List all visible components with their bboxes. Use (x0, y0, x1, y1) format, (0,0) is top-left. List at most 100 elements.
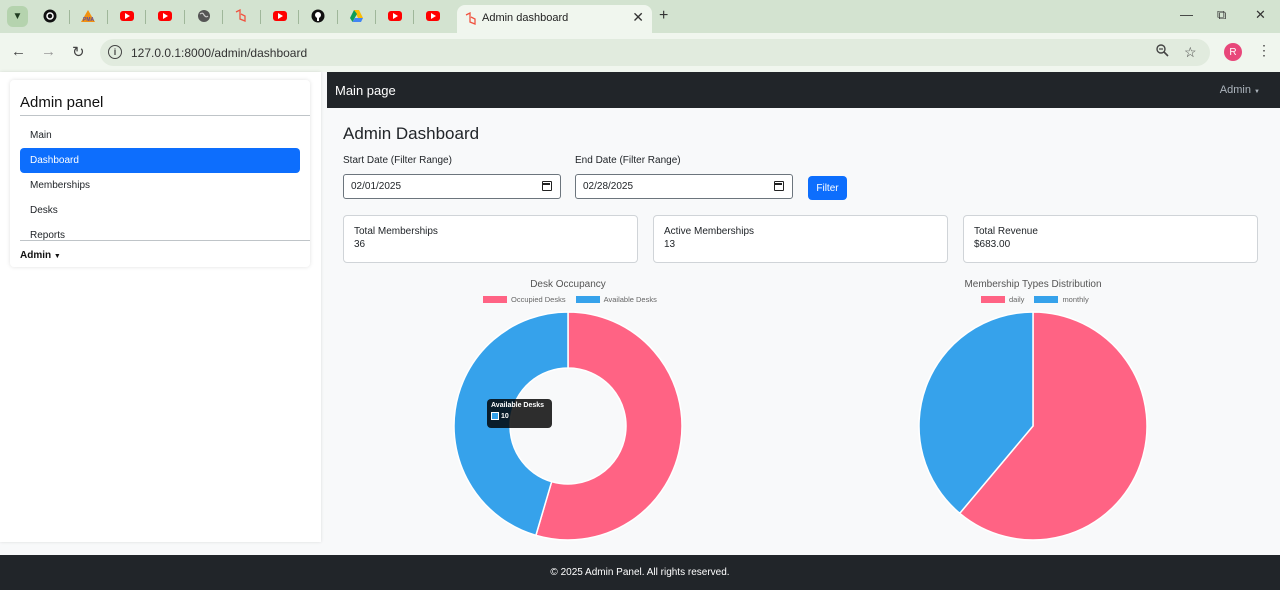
pinned-tab-github[interactable] (310, 8, 326, 24)
svg-text:PMA: PMA (83, 17, 95, 23)
navbar-admin-dropdown[interactable]: Admin ▼ (1220, 84, 1260, 96)
google-drive-icon (349, 10, 363, 22)
footer: © 2025 Admin Panel. All rights reserved. (0, 555, 1280, 590)
pinned-tab-youtube[interactable] (272, 8, 288, 24)
navbar-admin-label: Admin (1219, 84, 1251, 96)
tooltip-title: Available Desks (491, 402, 545, 409)
stat-value: 36 (354, 239, 366, 250)
tab-title: Admin dashboard (482, 12, 569, 24)
start-date-value: 02/01/2025 (351, 181, 402, 192)
pinned-tab-youtube[interactable] (119, 8, 135, 24)
threads-icon (43, 9, 57, 23)
end-date-value: 02/28/2025 (583, 181, 634, 192)
chevron-down-icon: ▼ (12, 11, 23, 22)
stat-label: Active Memberships (664, 226, 755, 237)
page-title: Admin Dashboard (343, 124, 480, 143)
site-info-icon[interactable]: i (108, 45, 122, 59)
sidebar-item-main[interactable]: Main (20, 123, 300, 148)
stat-label: Total Memberships (354, 226, 438, 237)
zoom-icon[interactable] (1156, 44, 1169, 60)
tooltip-value: 10 (501, 412, 509, 420)
active-tab[interactable]: Admin dashboard ✕ (457, 5, 652, 33)
start-date-input[interactable]: 02/01/2025 (343, 174, 561, 199)
pma-icon: PMA (81, 10, 95, 23)
stat-label: Total Revenue (974, 226, 1038, 237)
browser-menu-icon[interactable]: ⋮ (1257, 42, 1271, 59)
caret-down-icon: ▼ (53, 253, 61, 260)
restore-icon[interactable]: ⧉ (1217, 7, 1226, 23)
forward-icon[interactable]: → (41, 43, 56, 60)
chart-title-desk-occupancy: Desk Occupancy (530, 279, 606, 290)
youtube-icon (120, 11, 134, 21)
pinned-tab-pma[interactable]: PMA (80, 8, 96, 24)
sidebar: Admin panel Main Dashboard Memberships D… (0, 72, 321, 542)
stat-value: $683.00 (974, 239, 1011, 250)
footer-text: © 2025 Admin Panel. All rights reserved. (550, 567, 730, 578)
top-navbar: Main page Admin ▼ (327, 72, 1280, 108)
new-tab-button[interactable]: + (659, 7, 668, 25)
bookmark-star-icon[interactable]: ☆ (1184, 44, 1197, 61)
minimize-icon[interactable]: — (1180, 7, 1193, 22)
tab-separator (298, 10, 299, 24)
address-bar[interactable]: i 127.0.0.1:8000/admin/dashboard ☆ (100, 39, 1210, 66)
sidebar-item-reports[interactable]: Reports (20, 223, 300, 248)
tab-separator (337, 10, 338, 24)
tab-search-button[interactable]: ▼ (7, 6, 28, 27)
sidebar-admin-dropdown[interactable]: Admin ▼ (20, 250, 61, 261)
start-date-label: Start Date (Filter Range) (343, 155, 452, 166)
sidebar-card: Admin panel Main Dashboard Memberships D… (10, 80, 310, 267)
pinned-tab-youtube[interactable] (425, 8, 441, 24)
globe-icon (198, 10, 210, 22)
pinned-tab-youtube[interactable] (157, 8, 173, 24)
pinned-tab-google-drive[interactable] (348, 8, 364, 24)
pinned-tab-threads[interactable] (42, 8, 58, 24)
charts-canvas (453, 311, 1148, 541)
stat-value: 13 (664, 239, 676, 250)
sidebar-item-label: Main (30, 130, 52, 141)
pinned-tab-globe[interactable] (196, 8, 212, 24)
tab-separator (260, 10, 261, 24)
tab-separator (69, 10, 70, 24)
chart-title-membership-types: Membership Types Distribution (964, 279, 1102, 290)
calendar-icon[interactable] (774, 181, 784, 191)
tab-separator (222, 10, 223, 24)
profile-avatar[interactable]: R (1224, 43, 1242, 61)
caret-down-icon: ▼ (1254, 89, 1260, 95)
sidebar-admin-label: Admin (20, 250, 52, 261)
pinned-tab-laravel[interactable] (233, 8, 249, 24)
close-tab-icon[interactable]: ✕ (632, 9, 644, 26)
divider (20, 240, 310, 241)
reload-icon[interactable]: ↻ (72, 43, 85, 61)
tab-separator (413, 10, 414, 24)
laravel-icon (235, 9, 246, 22)
address-bar-row: ← → ↻ i 127.0.0.1:8000/admin/dashboard ☆… (0, 33, 1280, 72)
browser-tab-strip: ▼ PMA Admin dashboard ✕ + — ⧉ ✕ (0, 0, 1280, 33)
sidebar-item-desks[interactable]: Desks (20, 198, 300, 223)
divider (20, 115, 310, 116)
tab-separator (145, 10, 146, 24)
pinned-tab-youtube[interactable] (387, 8, 403, 24)
sidebar-item-dashboard[interactable]: Dashboard (20, 148, 300, 173)
filter-button[interactable]: Filter (808, 176, 847, 200)
sidebar-item-memberships[interactable]: Memberships (20, 173, 300, 198)
youtube-icon (388, 11, 402, 21)
chart-tooltip: Available Desks 10 (487, 399, 552, 428)
url-text[interactable]: 127.0.0.1:8000/admin/dashboard (131, 46, 307, 60)
youtube-icon (158, 11, 172, 21)
tab-separator (184, 10, 185, 24)
calendar-icon[interactable] (542, 181, 552, 191)
github-icon (311, 9, 325, 23)
end-date-input[interactable]: 02/28/2025 (575, 174, 793, 199)
youtube-icon (426, 11, 440, 21)
stat-card-total-memberships: Total Memberships 36 (343, 215, 638, 263)
sidebar-title: Admin panel (20, 94, 104, 111)
tab-separator (107, 10, 108, 24)
tab-separator (375, 10, 376, 24)
sidebar-item-label: Dashboard (30, 155, 79, 166)
sidebar-item-label: Desks (30, 205, 58, 216)
back-icon[interactable]: ← (11, 43, 26, 60)
youtube-icon (273, 11, 287, 21)
tooltip-swatch (491, 412, 499, 420)
window-close-icon[interactable]: ✕ (1255, 7, 1266, 23)
navbar-brand[interactable]: Main page (335, 83, 396, 98)
